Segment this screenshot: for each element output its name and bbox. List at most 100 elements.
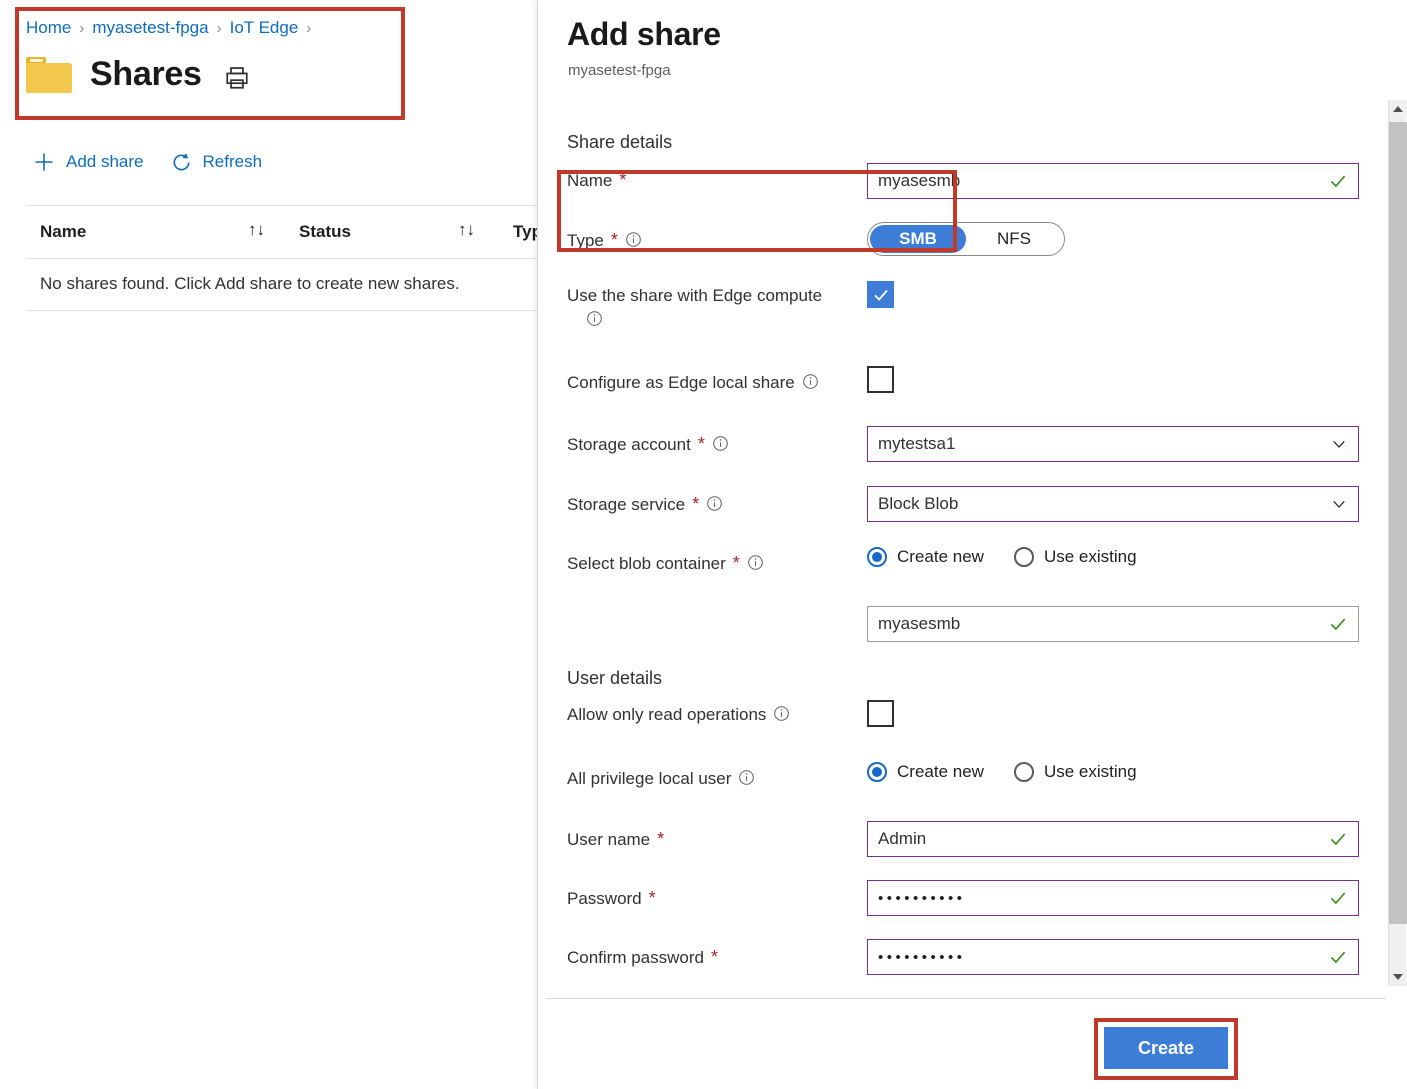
info-icon[interactable]: [586, 310, 603, 327]
refresh-button[interactable]: Refresh: [170, 151, 263, 174]
command-bar: Add share Refresh: [32, 150, 262, 174]
breadcrumb: Home›myasetest-fpga›IoT Edge›: [26, 18, 319, 38]
radio-dot: [867, 762, 887, 782]
breadcrumb-item-home[interactable]: Home: [26, 18, 71, 37]
privilege-user-radio-create-new[interactable]: Create new: [867, 762, 984, 782]
breadcrumb-item-device[interactable]: myasetest-fpga: [92, 18, 208, 37]
edge-compute-checkbox[interactable]: [867, 281, 894, 308]
label-blob-container: Select blob container *: [567, 554, 764, 574]
folder-icon: [26, 57, 72, 93]
label-password-text: Password: [567, 889, 642, 909]
add-share-label: Add share: [66, 152, 144, 172]
type-option-smb[interactable]: SMB: [870, 225, 966, 253]
privilege-user-radio-use-existing[interactable]: Use existing: [1014, 762, 1137, 782]
name-input[interactable]: myasesmb: [867, 163, 1359, 199]
panel-subtitle: myasetest-fpga: [568, 62, 671, 79]
info-icon[interactable]: [706, 495, 723, 512]
label-confirm-password-text: Confirm password: [567, 948, 704, 968]
shares-blade: Home›myasetest-fpga›IoT Edge› Shares Add: [0, 0, 540, 1089]
info-icon[interactable]: [738, 769, 755, 786]
allow-read-only-checkbox[interactable]: [867, 700, 894, 727]
checkmark-icon: [1328, 888, 1348, 908]
info-icon[interactable]: [773, 705, 790, 722]
label-type: Type *: [567, 231, 642, 251]
required-asterisk: *: [711, 948, 718, 966]
screenshot-root: Home›myasetest-fpga›IoT Edge› Shares Add: [0, 0, 1407, 1089]
panel-scrollbar[interactable]: [1388, 100, 1406, 986]
storage-service-select[interactable]: Block Blob: [867, 486, 1359, 522]
label-storage-service-text: Storage service: [567, 495, 685, 515]
plus-icon: [32, 150, 56, 174]
privilege-user-radio-use-existing-label: Use existing: [1044, 762, 1137, 782]
add-share-panel: Add share myasetest-fpga Share details N…: [537, 0, 1407, 1089]
radio-dot: [867, 547, 887, 567]
required-asterisk: *: [692, 495, 699, 513]
create-button[interactable]: Create: [1104, 1027, 1228, 1069]
chevron-down-icon: [1330, 495, 1348, 513]
label-user-name: User name *: [567, 830, 664, 850]
breadcrumb-item-iot-edge[interactable]: IoT Edge: [230, 18, 299, 37]
column-header-type[interactable]: Typ: [513, 222, 540, 242]
add-share-button[interactable]: Add share: [32, 150, 144, 174]
blob-container-name-input[interactable]: myasesmb: [867, 606, 1359, 642]
sort-updown-icon[interactable]: ↑↓: [458, 220, 475, 240]
confirm-password-input[interactable]: ••••••••••: [867, 939, 1359, 975]
scroll-up-icon[interactable]: [1389, 100, 1407, 118]
required-asterisk: *: [733, 554, 740, 572]
blob-container-radio-use-existing[interactable]: Use existing: [1014, 547, 1137, 567]
info-icon[interactable]: [625, 231, 642, 248]
checkmark-icon: [1328, 614, 1348, 634]
checkmark-icon: [1328, 171, 1348, 191]
scrollbar-thumb[interactable]: [1389, 122, 1407, 924]
password-input[interactable]: ••••••••••: [867, 880, 1359, 916]
label-confirm-password: Confirm password *: [567, 948, 718, 968]
info-icon[interactable]: [747, 554, 764, 571]
blob-container-name-value: myasesmb: [878, 614, 1328, 634]
info-icon[interactable]: [712, 435, 729, 452]
label-allow-read-only: Allow only read operations: [567, 705, 790, 725]
type-toggle[interactable]: SMB NFS: [867, 222, 1065, 256]
panel-form: Share details Name * myasesmb Type * SMB…: [538, 100, 1386, 998]
label-storage-account-text: Storage account: [567, 435, 691, 455]
label-name: Name *: [567, 171, 626, 191]
sort-updown-icon[interactable]: ↑↓: [248, 220, 265, 240]
checkmark-icon: [1328, 829, 1348, 849]
edge-local-share-checkbox[interactable]: [867, 366, 894, 393]
user-name-value: Admin: [878, 829, 1328, 849]
blob-container-radio-use-existing-label: Use existing: [1044, 547, 1137, 567]
password-value: ••••••••••: [878, 890, 1328, 907]
column-header-status[interactable]: Status: [299, 222, 351, 242]
privilege-user-radio-group: Create new Use existing: [867, 762, 1137, 782]
label-privilege-user: All privilege local user: [567, 769, 755, 789]
required-asterisk: *: [649, 889, 656, 907]
page-title: Shares: [90, 55, 202, 94]
table-empty-message: No shares found. Click Add share to crea…: [40, 274, 460, 294]
scroll-down-icon[interactable]: [1389, 968, 1407, 986]
label-name-text: Name: [567, 171, 612, 191]
type-option-nfs[interactable]: NFS: [966, 225, 1062, 253]
label-edge-compute-text: Use the share with Edge compute: [567, 286, 822, 306]
blob-container-radio-create-new-label: Create new: [897, 547, 984, 567]
radio-dot: [1014, 762, 1034, 782]
user-name-input[interactable]: Admin: [867, 821, 1359, 857]
column-header-name[interactable]: Name: [40, 222, 86, 242]
print-icon[interactable]: [224, 65, 250, 91]
blob-container-radio-create-new[interactable]: Create new: [867, 547, 984, 567]
info-icon[interactable]: [802, 373, 819, 390]
label-edge-local-share: Configure as Edge local share: [567, 373, 819, 393]
section-title-user-details: User details: [567, 668, 662, 689]
privilege-user-radio-create-new-label: Create new: [897, 762, 984, 782]
refresh-label: Refresh: [203, 152, 263, 172]
storage-service-value: Block Blob: [878, 494, 1330, 514]
breadcrumb-separator: ›: [217, 20, 222, 37]
refresh-icon: [170, 151, 193, 174]
label-password: Password *: [567, 889, 656, 909]
required-asterisk: *: [698, 435, 705, 453]
breadcrumb-separator-trailing: ›: [306, 20, 311, 37]
label-allow-read-only-text: Allow only read operations: [567, 705, 766, 725]
required-asterisk: *: [611, 231, 618, 249]
label-edge-local-share-text: Configure as Edge local share: [567, 373, 795, 393]
radio-dot: [1014, 547, 1034, 567]
blob-container-radio-group: Create new Use existing: [867, 547, 1137, 567]
storage-account-select[interactable]: mytestsa1: [867, 426, 1359, 462]
